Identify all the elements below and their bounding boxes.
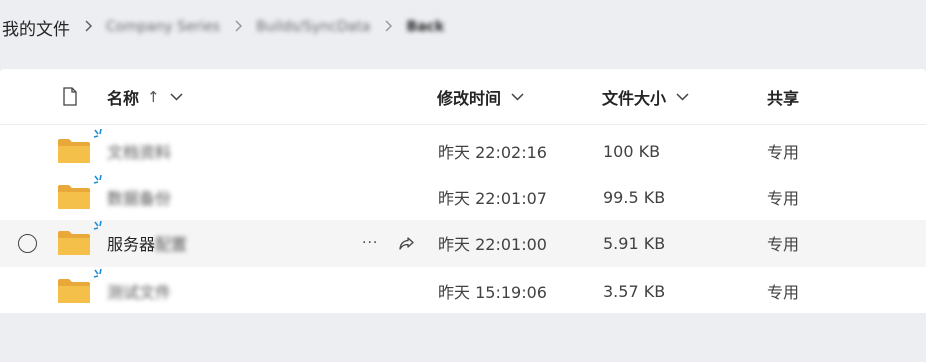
column-header-sharing[interactable]: 共享 bbox=[767, 69, 799, 124]
column-header-row: 名称 ↑ 修改时间 文件大小 共享 bbox=[0, 69, 926, 125]
chevron-right-icon bbox=[384, 18, 393, 37]
file-name[interactable]: 服务器 配置 bbox=[107, 220, 187, 266]
breadcrumb-segment[interactable]: Company Series bbox=[106, 19, 220, 35]
chevron-down-icon bbox=[511, 92, 524, 101]
column-header-size-label: 文件大小 bbox=[602, 88, 667, 108]
more-options-button[interactable]: ··· bbox=[362, 220, 378, 266]
breadcrumb-root[interactable]: 我的文件 bbox=[2, 15, 70, 40]
breadcrumb-current: Back bbox=[406, 19, 445, 35]
folder-icon bbox=[57, 174, 102, 220]
new-item-sparkle-icon bbox=[93, 129, 102, 138]
column-header-size[interactable]: 文件大小 bbox=[602, 69, 689, 124]
file-name[interactable]: 数据备份 bbox=[107, 174, 171, 220]
sharing-status: 专用 bbox=[767, 189, 800, 208]
file-size: 99.5 KB bbox=[603, 187, 666, 207]
new-item-sparkle-icon bbox=[93, 221, 102, 230]
table-row[interactable]: 服务器 配置 ··· 昨天 22:01:00 5.91 KB 专用 bbox=[0, 220, 926, 267]
file-list: 名称 ↑ 修改时间 文件大小 共享 文档资料 昨天 22:02:16 100 K… bbox=[0, 69, 926, 313]
file-size: 100 KB bbox=[603, 141, 661, 161]
column-header-name-label: 名称 bbox=[107, 88, 140, 108]
column-header-modified-label: 修改时间 bbox=[437, 88, 502, 108]
file-name[interactable]: 测试文件 bbox=[107, 268, 171, 314]
modified-time: 昨天 22:01:07 bbox=[438, 189, 547, 208]
folder-icon bbox=[57, 128, 102, 174]
breadcrumb: 我的文件 Company Series Builds/SyncData Back bbox=[0, 0, 926, 54]
table-row[interactable]: 文档资料 昨天 22:02:16 100 KB 专用 bbox=[0, 128, 926, 174]
table-row[interactable]: 测试文件 昨天 15:19:06 3.57 KB 专用 bbox=[0, 268, 926, 314]
column-header-sharing-label: 共享 bbox=[767, 88, 800, 108]
chevron-down-icon bbox=[676, 92, 689, 101]
file-name-text: 服务器 bbox=[107, 235, 156, 254]
chevron-down-icon bbox=[170, 92, 183, 101]
file-name[interactable]: 文档资料 bbox=[107, 128, 171, 174]
modified-time: 昨天 15:19:06 bbox=[438, 283, 547, 302]
share-icon bbox=[399, 236, 414, 250]
share-button[interactable] bbox=[398, 220, 415, 266]
file-name-redacted: 测试文件 bbox=[107, 283, 172, 302]
document-icon[interactable] bbox=[62, 69, 80, 124]
more-icon: ··· bbox=[362, 235, 379, 251]
new-item-sparkle-icon bbox=[93, 269, 102, 278]
sharing-status: 专用 bbox=[767, 283, 800, 302]
sort-ascending-icon: ↑ bbox=[147, 87, 160, 106]
new-item-sparkle-icon bbox=[93, 175, 102, 184]
chevron-right-icon bbox=[84, 18, 93, 37]
file-name-redacted: 文档资料 bbox=[107, 143, 172, 162]
breadcrumb-segment[interactable]: Builds/SyncData bbox=[256, 19, 370, 35]
row-select-radio[interactable] bbox=[18, 220, 37, 266]
table-row[interactable]: 数据备份 昨天 22:01:07 99.5 KB 专用 bbox=[0, 174, 926, 220]
file-name-redacted: 配置 bbox=[155, 235, 188, 254]
folder-icon bbox=[57, 268, 102, 314]
folder-icon bbox=[57, 220, 102, 266]
radio-select-icon bbox=[18, 233, 37, 253]
file-size: 3.57 KB bbox=[603, 281, 666, 301]
modified-time: 昨天 22:02:16 bbox=[438, 143, 547, 162]
sharing-status: 专用 bbox=[767, 235, 800, 254]
file-size: 5.91 KB bbox=[603, 233, 666, 253]
file-name-redacted: 数据备份 bbox=[107, 189, 172, 208]
sharing-status: 专用 bbox=[767, 143, 800, 162]
column-header-modified[interactable]: 修改时间 bbox=[437, 69, 524, 124]
modified-time: 昨天 22:01:00 bbox=[438, 235, 547, 254]
column-header-name[interactable]: 名称 ↑ bbox=[107, 69, 183, 124]
chevron-right-icon bbox=[234, 18, 243, 37]
